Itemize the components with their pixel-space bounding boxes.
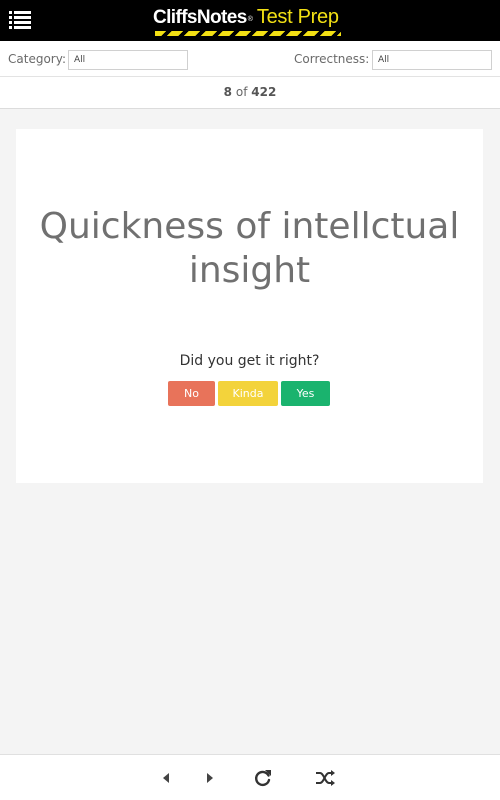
yes-button[interactable]: Yes [281, 381, 330, 406]
app-header: CliffsNotes® Test Prep [0, 0, 500, 41]
counter-separator: of [235, 85, 248, 99]
refresh-button[interactable] [252, 768, 274, 788]
next-icon [207, 773, 213, 783]
menu-button[interactable] [9, 11, 31, 29]
category-select[interactable]: All [68, 50, 188, 70]
previous-icon [163, 773, 169, 783]
kinda-button[interactable]: Kinda [218, 381, 278, 406]
self-assessment-question: Did you get it right? [179, 353, 320, 369]
correctness-select[interactable]: All [372, 50, 492, 70]
logo-stripe [155, 31, 341, 36]
no-button[interactable]: No [168, 381, 215, 406]
card-counter: 8 of 422 [0, 77, 500, 109]
app-logo: CliffsNotes® Test Prep [153, 5, 343, 37]
logo-brand: CliffsNotes [153, 7, 247, 28]
shuffle-icon [316, 770, 335, 786]
bottom-nav [0, 754, 500, 800]
flashcard-term: Quickness of intellctual insight [39, 206, 460, 291]
previous-button[interactable] [156, 768, 178, 788]
next-button[interactable] [198, 768, 220, 788]
list-menu-icon [9, 11, 31, 29]
logo-product: Test Prep [256, 6, 339, 28]
refresh-icon [255, 770, 271, 787]
counter-current: 8 [223, 85, 233, 99]
correctness-label: Correctness: [294, 52, 370, 66]
flashcard[interactable]: Quickness of intellctual insight Did you… [16, 129, 483, 483]
filter-bar: Category: All Correctness: All [0, 41, 500, 77]
logo-registered: ® [247, 16, 253, 23]
category-label: Category: [8, 52, 66, 66]
shuffle-button[interactable] [314, 768, 336, 788]
counter-total: 422 [251, 85, 277, 99]
